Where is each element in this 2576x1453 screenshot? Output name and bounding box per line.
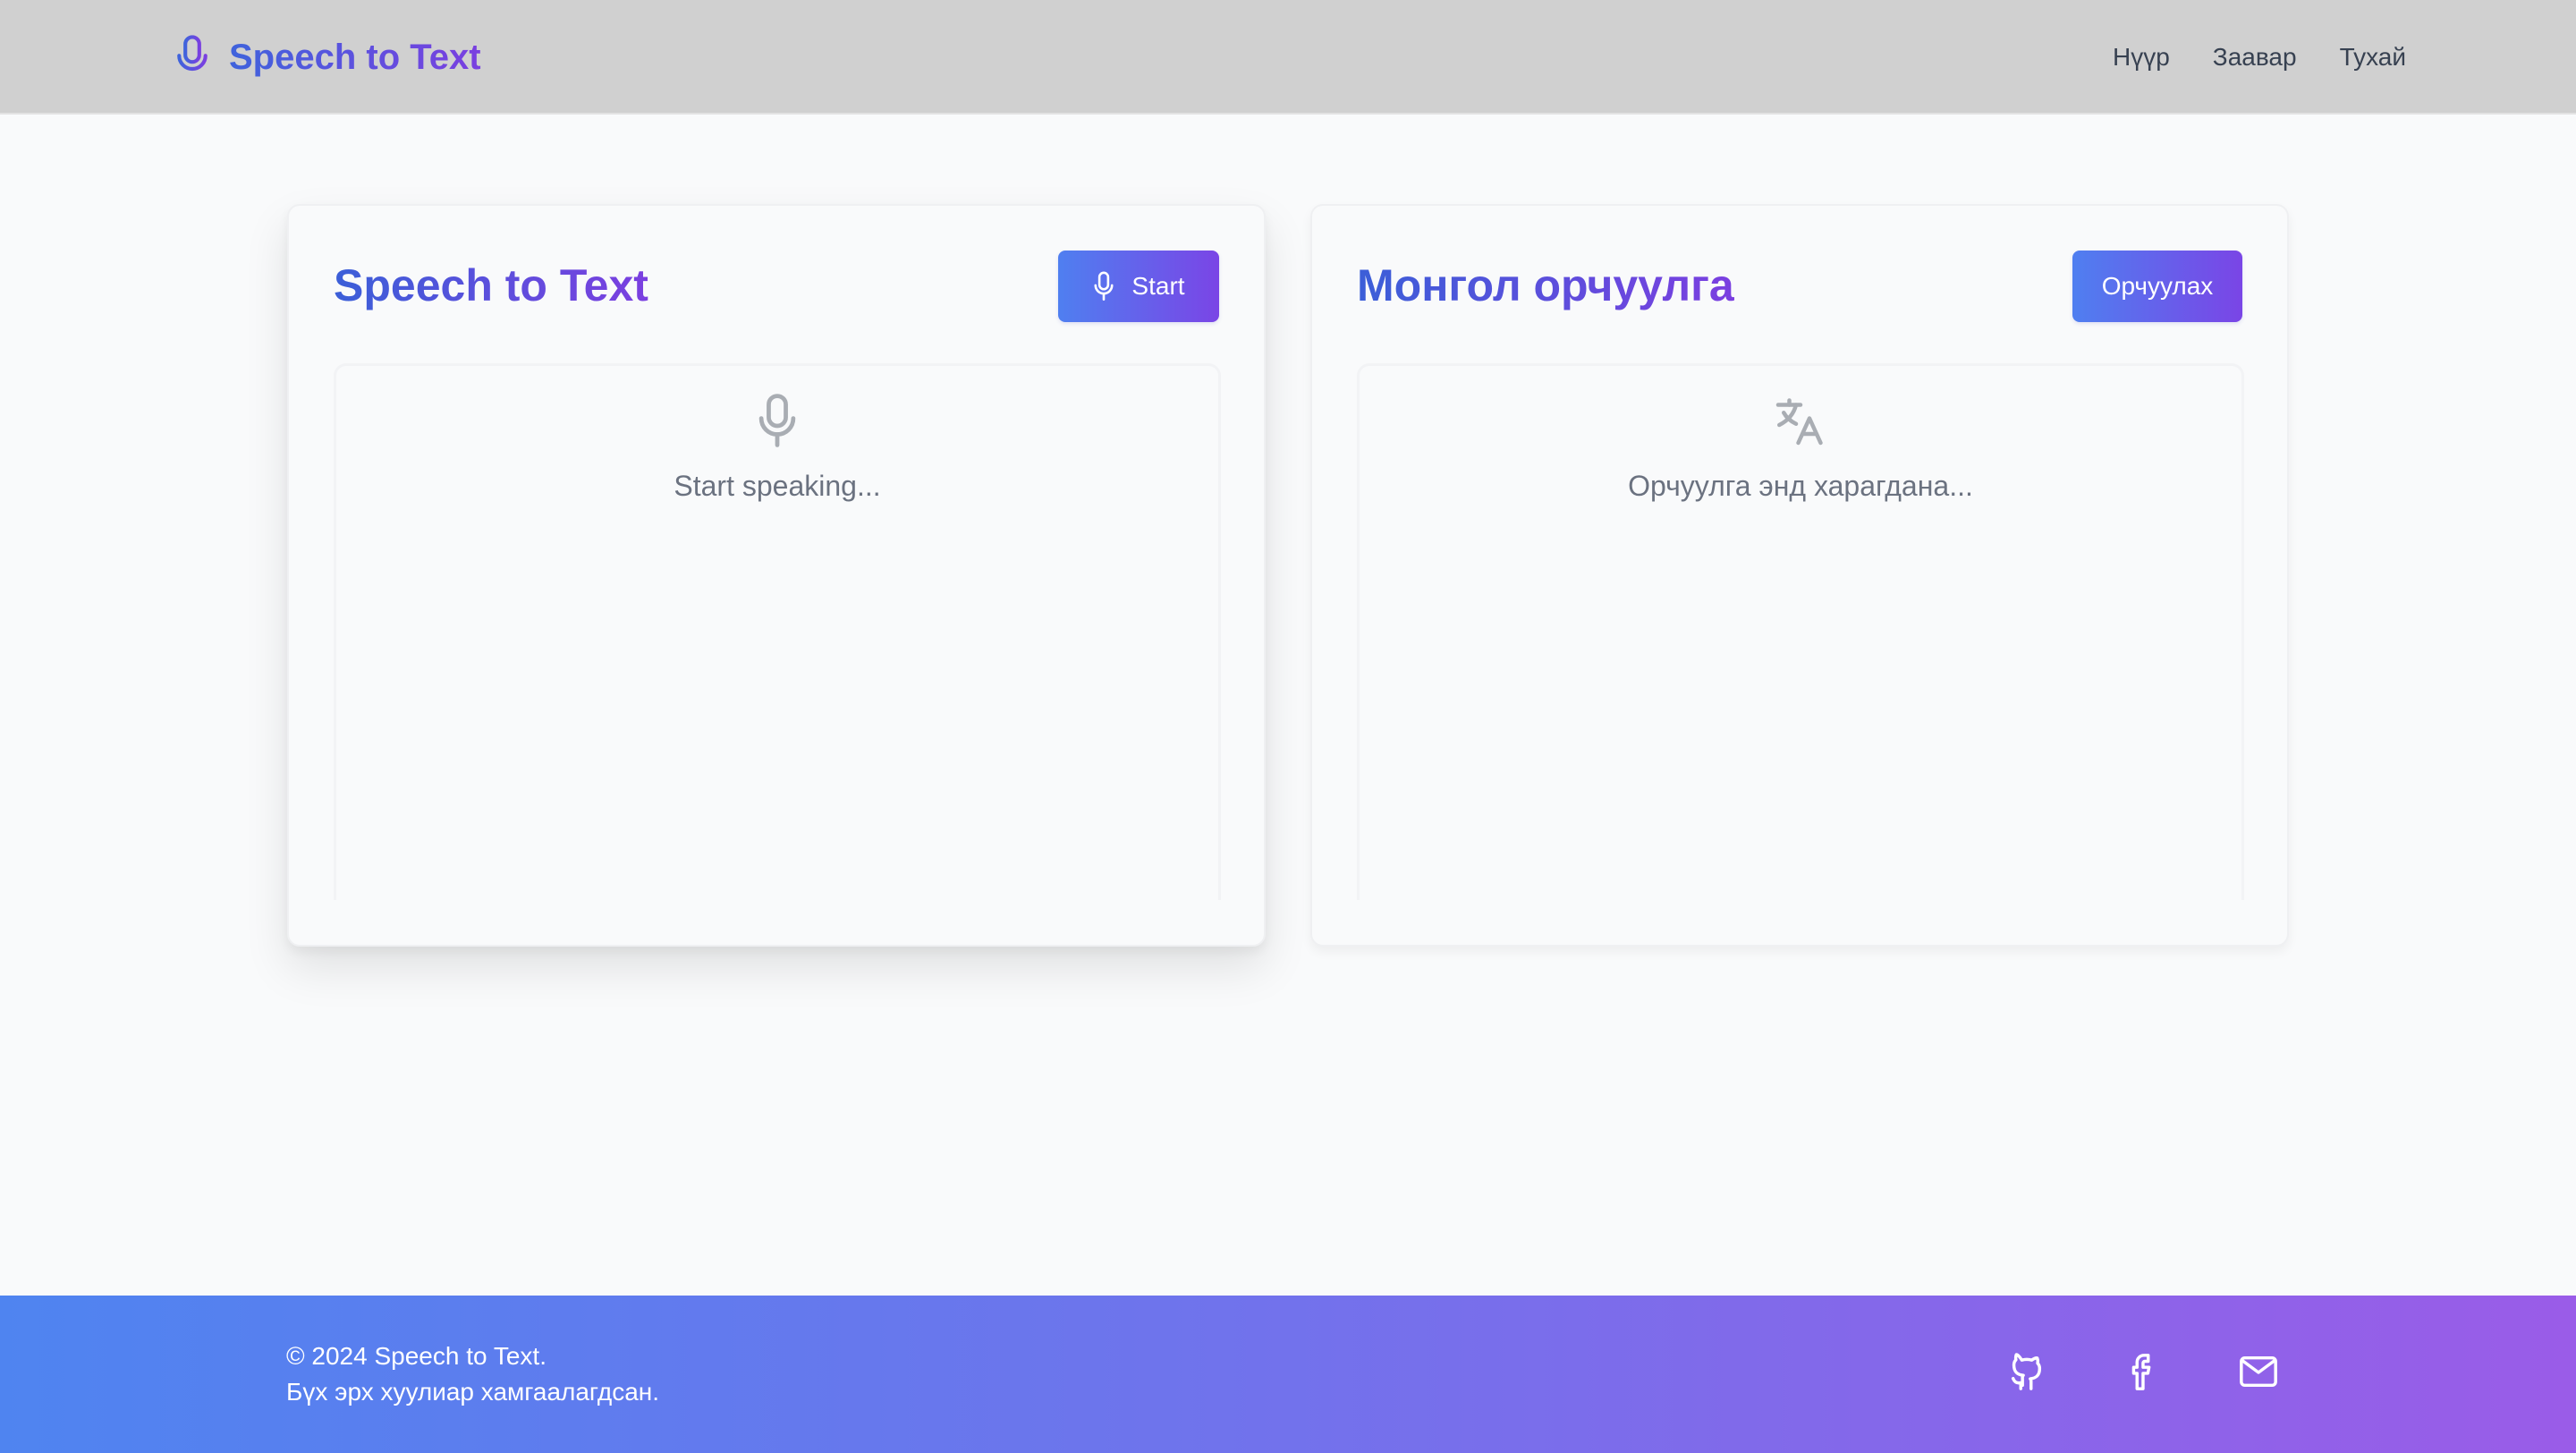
facebook-link[interactable]: [2122, 1349, 2163, 1394]
transcript-panel[interactable]: Start speaking...: [334, 363, 1221, 900]
translation-card-title: Монгол орчуулга: [1357, 258, 1734, 313]
translation-card: Монгол орчуулга Орчуулах Орчуулга энд ха…: [1310, 204, 2289, 947]
github-icon: [2011, 1353, 2042, 1390]
translation-placeholder: Орчуулга энд харагдана...: [1628, 470, 1973, 502]
social-links: [2005, 1349, 2279, 1394]
footer: © 2024 Speech to Text. Бүх эрх хуулиар х…: [0, 1296, 2576, 1453]
start-button-label: Start: [1131, 272, 1185, 300]
copyright-text: © 2024 Speech to Text.: [286, 1342, 547, 1370]
github-link[interactable]: [2005, 1349, 2046, 1394]
nav-guide-link[interactable]: Заавар: [2213, 39, 2297, 75]
speech-card: Speech to Text Start Start speaking...: [287, 204, 1266, 947]
main-nav: Нүүр Заавар Тухай: [2113, 39, 2406, 75]
microphone-icon: [1094, 271, 1114, 301]
page: Speech to Text Нүүр Заавар Тухай Speech …: [0, 0, 2576, 1453]
top-navbar: Speech to Text Нүүр Заавар Тухай: [0, 0, 2576, 115]
translate-icon: [1775, 398, 1823, 446]
start-recording-button[interactable]: Start: [1058, 251, 1219, 322]
transcript-placeholder: Start speaking...: [674, 470, 881, 502]
brand-link[interactable]: Speech to Text: [174, 34, 481, 81]
nav-about-link[interactable]: Тухай: [2340, 39, 2406, 75]
microphone-icon: [177, 35, 208, 79]
rights-text: Бүх эрх хуулиар хамгаалагдсан.: [286, 1378, 660, 1406]
facebook-icon: [2131, 1354, 2151, 1390]
mail-icon: [2240, 1355, 2277, 1388]
translate-button[interactable]: Орчуулах: [2072, 251, 2242, 322]
footer-copyright: © 2024 Speech to Text. Бүх эрх хуулиар х…: [286, 1338, 659, 1410]
nav-home-link[interactable]: Нүүр: [2113, 39, 2170, 75]
microphone-icon: [758, 394, 796, 447]
brand-title: Speech to Text: [229, 34, 481, 81]
translation-panel[interactable]: Орчуулга энд харагдана...: [1357, 363, 2244, 900]
speech-card-title: Speech to Text: [334, 258, 648, 313]
email-link[interactable]: [2238, 1349, 2279, 1394]
